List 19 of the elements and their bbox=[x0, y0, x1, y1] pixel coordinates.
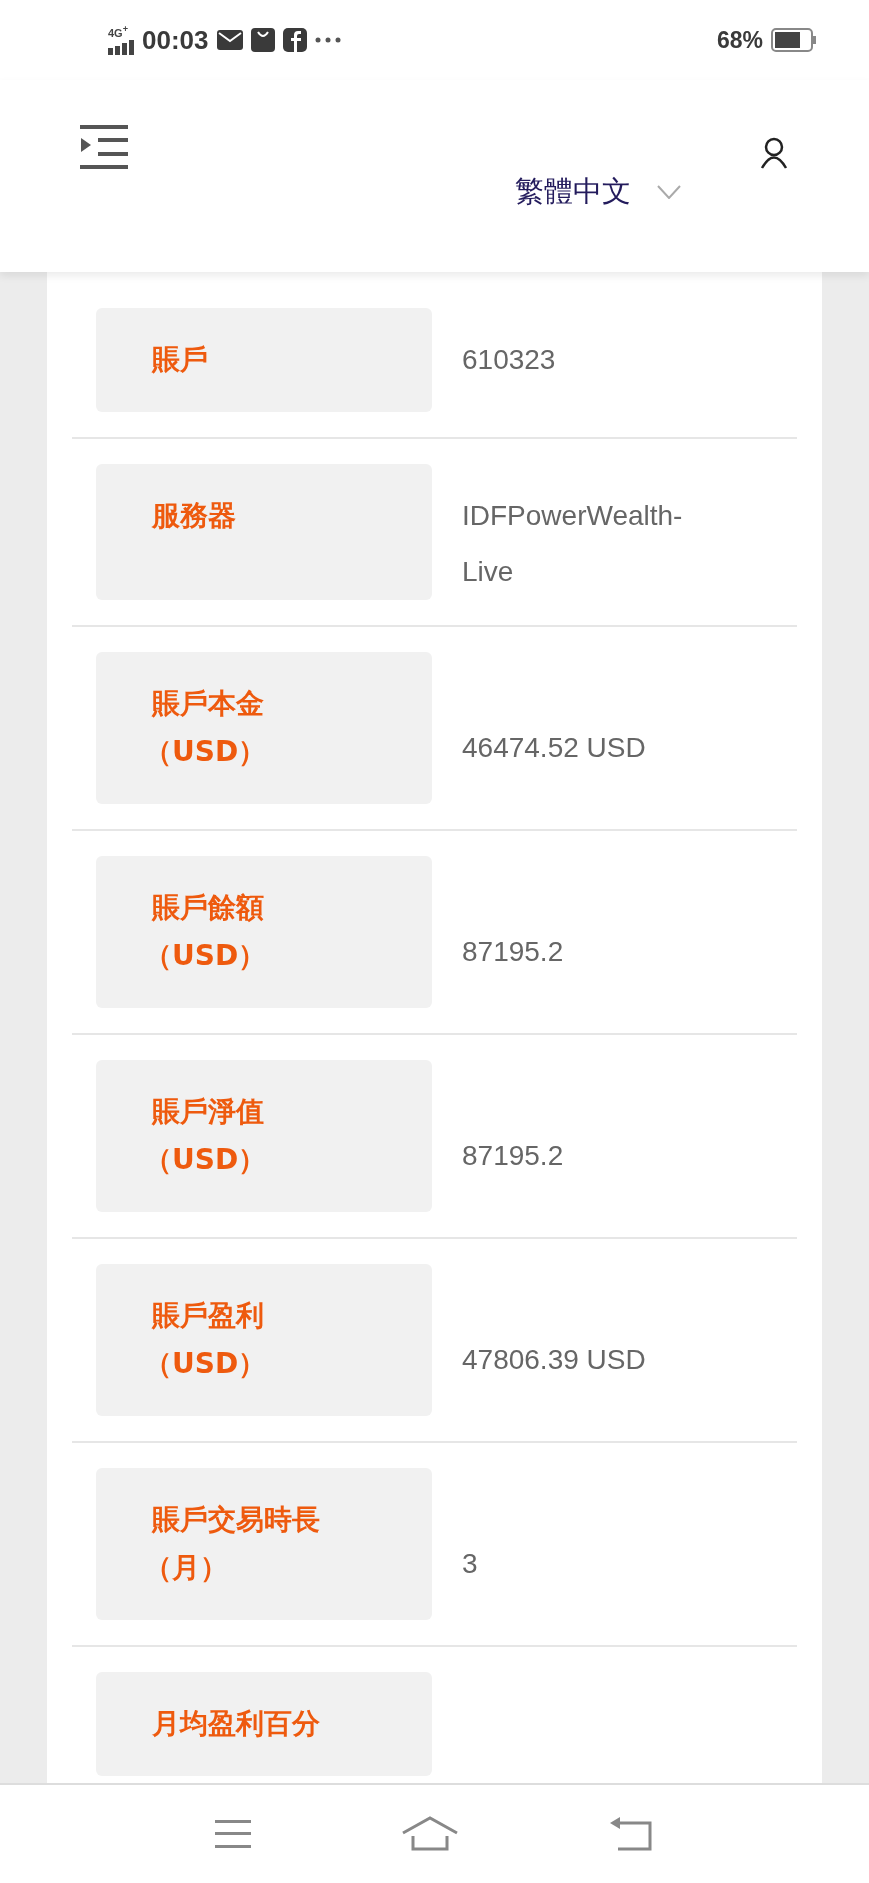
field-value: IDFPowerWealth-Live bbox=[462, 499, 684, 589]
field-label: 賬戶淨值 （USD） bbox=[96, 1060, 432, 1212]
field-value: 47806.39 USD bbox=[462, 1343, 647, 1377]
field-label: 賬戶餘額 （USD） bbox=[96, 856, 432, 1008]
language-selector[interactable]: 繁體中文 bbox=[515, 172, 631, 212]
field-label: 月均盈利百分 bbox=[96, 1672, 432, 1776]
field-value: 610323 bbox=[462, 343, 557, 377]
field-value: 3 bbox=[462, 1547, 479, 1581]
field-label: 賬戶 bbox=[96, 308, 432, 412]
field-label: 賬戶本金 （USD） bbox=[96, 652, 432, 804]
field-label: 賬戶交易時長 （月） bbox=[96, 1468, 432, 1620]
field-value: 46474.52 USD bbox=[462, 731, 647, 765]
field-value: 87195.2 bbox=[462, 935, 565, 969]
field-label: 賬戶盈利 （USD） bbox=[96, 1264, 432, 1416]
status-time: 00:03 bbox=[142, 24, 209, 56]
field-label: 服務器 bbox=[96, 464, 432, 600]
battery-percent: 68% bbox=[716, 26, 763, 54]
field-value: 87195.2 bbox=[462, 1139, 565, 1173]
network-label: 4G$^{+}$ bbox=[108, 24, 129, 39]
